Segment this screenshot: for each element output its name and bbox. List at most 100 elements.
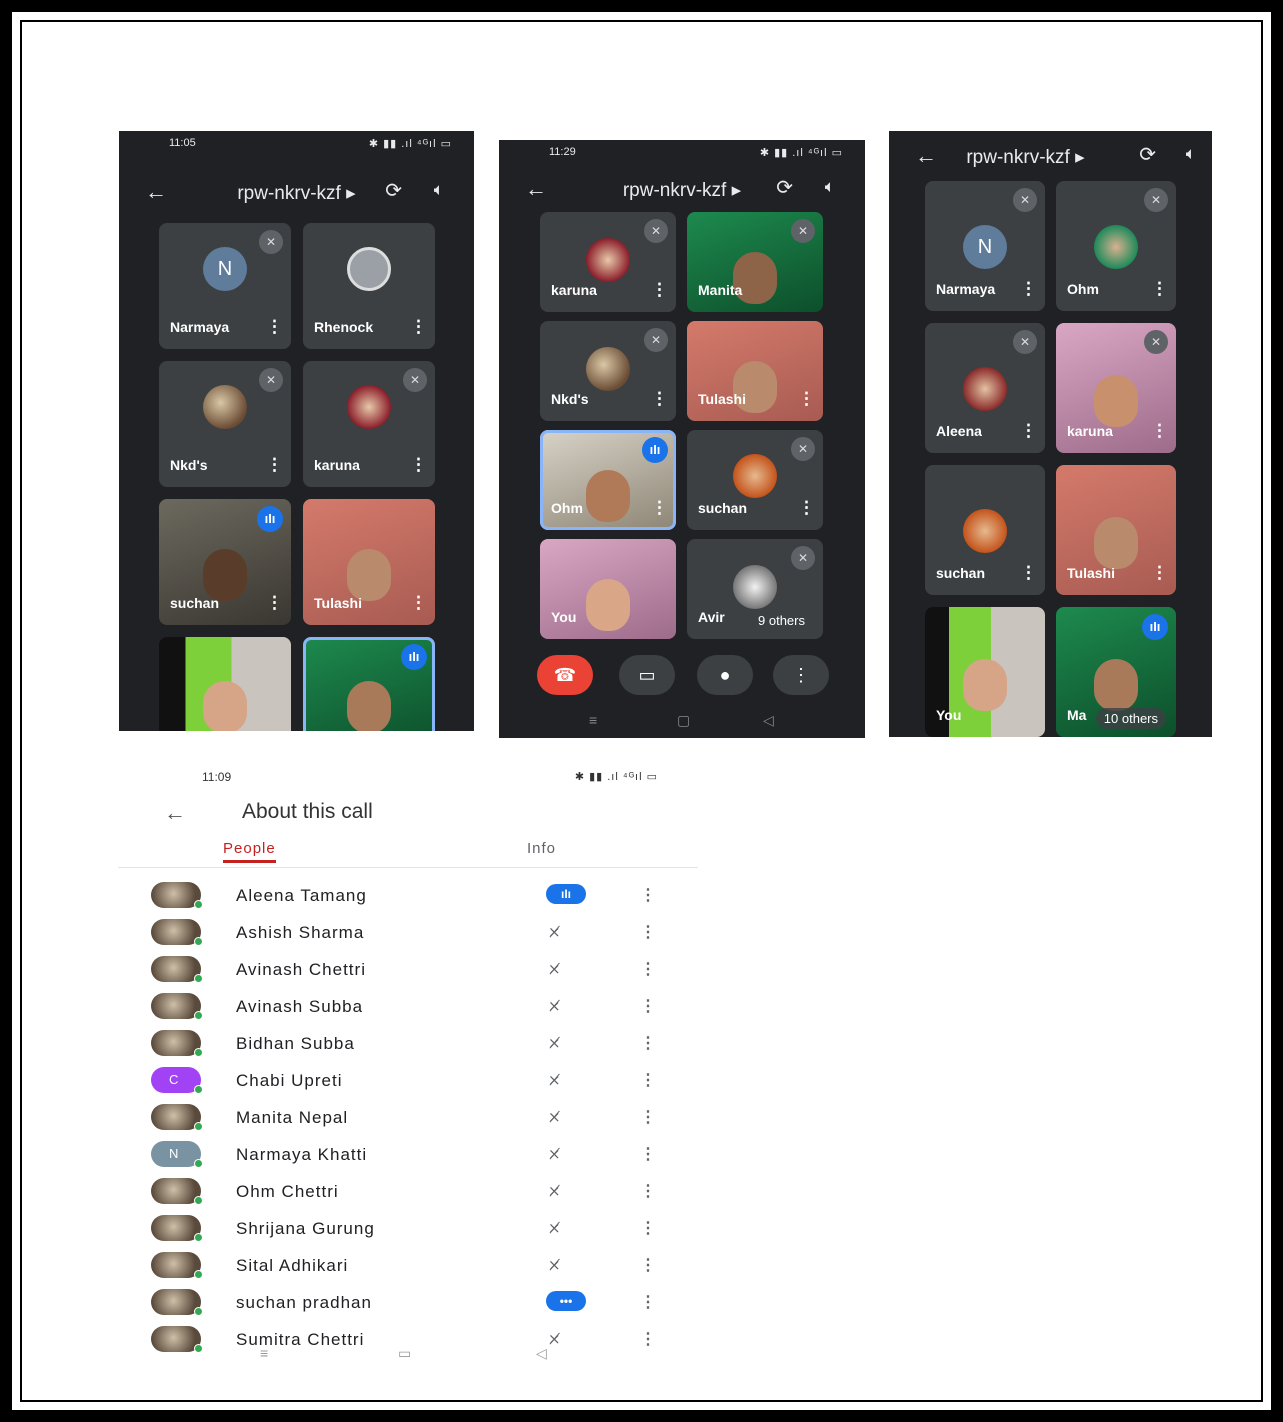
participant-video-tile[interactable]: ıIı — [303, 637, 435, 731]
participant-tile[interactable]: ✕ Nkd's ⋮ — [159, 361, 291, 487]
more-vert-icon[interactable]: ⋮ — [1151, 563, 1168, 583]
more-vert-icon[interactable]: ⋮ — [798, 389, 815, 409]
participant-video-tile[interactable]: ıIı Ohm ⋮ — [540, 430, 676, 530]
mic-off-icon: ✕ — [1144, 188, 1168, 212]
meeting-code[interactable]: rpw-nkrv-kzf ▸ — [499, 179, 865, 202]
participant-row[interactable]: C Chabi Upreti ⨯̸ ⋮ — [118, 1063, 698, 1100]
tab-people[interactable]: People — [223, 840, 276, 863]
participant-video-tile[interactable]: Tulashi ⋮ — [303, 499, 435, 625]
mic-off-icon: ✕ — [1144, 330, 1168, 354]
more-vert-icon[interactable]: ⋮ — [640, 1107, 656, 1127]
participant-row[interactable]: Avinash Chettri ⨯̸ ⋮ — [118, 952, 698, 989]
status-bar: 11:09 ✱ ▮▮ .ıl ⁴ᴳıl ▭ — [202, 770, 658, 784]
meeting-code[interactable]: rpw-nkrv-kzf ▸ — [119, 182, 474, 205]
participant-tile[interactable]: ✕ Nkd's ⋮ — [540, 321, 676, 421]
participant-video-tile[interactable] — [159, 637, 291, 731]
more-options-button[interactable]: ⋮ — [773, 655, 829, 695]
more-vert-icon[interactable]: ⋮ — [798, 498, 815, 518]
participant-video-tile[interactable]: Tulashi ⋮ — [1056, 465, 1176, 595]
participant-tile[interactable]: ✕ karuna ⋮ — [303, 361, 435, 487]
more-vert-icon[interactable]: ⋮ — [640, 1218, 656, 1238]
participant-row[interactable]: N Narmaya Khatti ⨯̸ ⋮ — [118, 1137, 698, 1174]
switch-camera-icon[interactable]: ⟳ — [776, 175, 793, 200]
recents-icon[interactable]: ≡ — [260, 1345, 268, 1361]
others-count[interactable]: 10 others — [1095, 708, 1166, 729]
online-dot-icon — [194, 1307, 203, 1316]
more-vert-icon[interactable]: ⋮ — [640, 1255, 656, 1275]
more-vert-icon[interactable]: ⋮ — [410, 593, 427, 613]
more-vert-icon[interactable]: ⋮ — [1020, 421, 1037, 441]
participant-row[interactable]: Avinash Subba ⨯̸ ⋮ — [118, 989, 698, 1026]
switch-camera-icon[interactable]: ⟳ — [385, 178, 402, 203]
more-vert-icon[interactable]: ⋮ — [640, 1144, 656, 1164]
participant-row[interactable]: Ashish Sharma ⨯̸ ⋮ — [118, 915, 698, 952]
participant-name: Ashish Sharma — [236, 923, 365, 942]
participant-video-tile[interactable]: Tulashi ⋮ — [687, 321, 823, 421]
more-vert-icon[interactable]: ⋮ — [640, 1033, 656, 1053]
more-vert-icon[interactable]: ⋮ — [651, 389, 668, 409]
participant-tile[interactable]: ✕ suchan ⋮ — [687, 430, 823, 530]
participant-video-tile[interactable]: ıIı suchan ⋮ — [159, 499, 291, 625]
participant-tile[interactable]: suchan ⋮ — [925, 465, 1045, 595]
more-vert-icon[interactable]: ⋮ — [410, 455, 427, 475]
participant-name: Manita Nepal — [236, 1108, 349, 1127]
home-icon[interactable]: ▭ — [398, 1345, 411, 1362]
participant-row[interactable]: suchan pradhan ••• ⋮ — [118, 1285, 698, 1322]
speaker-icon[interactable]: 🔈︎ — [825, 177, 835, 197]
mic-off-icon: ⨯̸ — [548, 1109, 561, 1126]
more-vert-icon[interactable]: ⋮ — [640, 1181, 656, 1201]
mic-toggle-button[interactable]: ● — [697, 655, 753, 695]
meeting-code[interactable]: rpw-nkrv-kzf ▸ — [889, 146, 1212, 169]
participant-tile[interactable]: ✕ Avir 9 others — [687, 539, 823, 639]
more-vert-icon[interactable]: ⋮ — [266, 455, 283, 475]
participant-video-tile[interactable]: You — [540, 539, 676, 639]
participant-row[interactable]: Manita Nepal ⨯̸ ⋮ — [118, 1100, 698, 1137]
more-vert-icon[interactable]: ⋮ — [1020, 563, 1037, 583]
participant-row[interactable]: Sital Adhikari ⨯̸ ⋮ — [118, 1248, 698, 1285]
more-vert-icon[interactable]: ⋮ — [651, 280, 668, 300]
more-vert-icon[interactable]: ⋮ — [640, 996, 656, 1016]
camera-toggle-button[interactable]: ▭ — [619, 655, 675, 695]
recents-icon[interactable]: ≡ — [589, 712, 597, 728]
participant-row[interactable]: Shrijana Gurung ⨯̸ ⋮ — [118, 1211, 698, 1248]
more-vert-icon[interactable]: ⋮ — [1151, 279, 1168, 299]
more-vert-icon[interactable]: ⋮ — [640, 885, 656, 905]
back-nav-icon[interactable]: ◁ — [763, 712, 774, 729]
tab-info[interactable]: Info — [527, 840, 556, 857]
participant-tile[interactable]: Rhenock ⋮ — [303, 223, 435, 349]
end-call-button[interactable]: ☎ — [537, 655, 593, 695]
more-vert-icon[interactable]: ⋮ — [266, 593, 283, 613]
more-vert-icon[interactable]: ⋮ — [640, 922, 656, 942]
switch-camera-icon[interactable]: ⟳ — [1139, 142, 1156, 167]
more-vert-icon[interactable]: ⋮ — [1151, 421, 1168, 441]
speaker-icon[interactable]: 🔈︎ — [434, 180, 444, 200]
more-vert-icon[interactable]: ⋮ — [640, 1292, 656, 1312]
participant-video-tile[interactable]: You — [925, 607, 1045, 737]
back-arrow-icon[interactable]: ← — [164, 800, 186, 826]
more-vert-icon[interactable]: ⋮ — [1020, 279, 1037, 299]
more-vert-icon[interactable]: ⋮ — [651, 498, 668, 518]
speaking-icon: ıIı — [546, 884, 586, 904]
more-vert-icon[interactable]: ⋮ — [640, 1070, 656, 1090]
participant-video-tile[interactable]: ıIı Ma 10 others — [1056, 607, 1176, 737]
participant-row[interactable]: Bidhan Subba ⨯̸ ⋮ — [118, 1026, 698, 1063]
participant-video-tile[interactable]: ✕ Manita — [687, 212, 823, 312]
participant-tile[interactable]: ✕ karuna ⋮ — [540, 212, 676, 312]
participant-tile[interactable]: ✕ Aleena ⋮ — [925, 323, 1045, 453]
participant-name: Bidhan Subba — [236, 1034, 355, 1053]
call-controls: ☎ ▭ ● ⋮ — [499, 645, 865, 715]
back-nav-icon[interactable]: ◁ — [536, 1345, 547, 1362]
avatar — [586, 238, 630, 282]
home-icon[interactable]: ▢ — [677, 712, 690, 729]
others-count[interactable]: 9 others — [750, 610, 813, 631]
more-vert-icon[interactable]: ⋮ — [410, 317, 427, 337]
more-vert-icon[interactable]: ⋮ — [640, 959, 656, 979]
participant-video-tile[interactable]: ✕ karuna ⋮ — [1056, 323, 1176, 453]
more-vert-icon[interactable]: ⋮ — [266, 317, 283, 337]
participant-tile[interactable]: ✕ N Narmaya ⋮ — [925, 181, 1045, 311]
participant-tile[interactable]: ✕ Ohm ⋮ — [1056, 181, 1176, 311]
participant-row[interactable]: Ohm Chettri ⨯̸ ⋮ — [118, 1174, 698, 1211]
participant-row[interactable]: Aleena Tamang ıIı ⋮ — [118, 878, 698, 915]
speaker-icon[interactable]: 🔈︎ — [1186, 144, 1196, 164]
participant-tile[interactable]: ✕ N Narmaya ⋮ — [159, 223, 291, 349]
